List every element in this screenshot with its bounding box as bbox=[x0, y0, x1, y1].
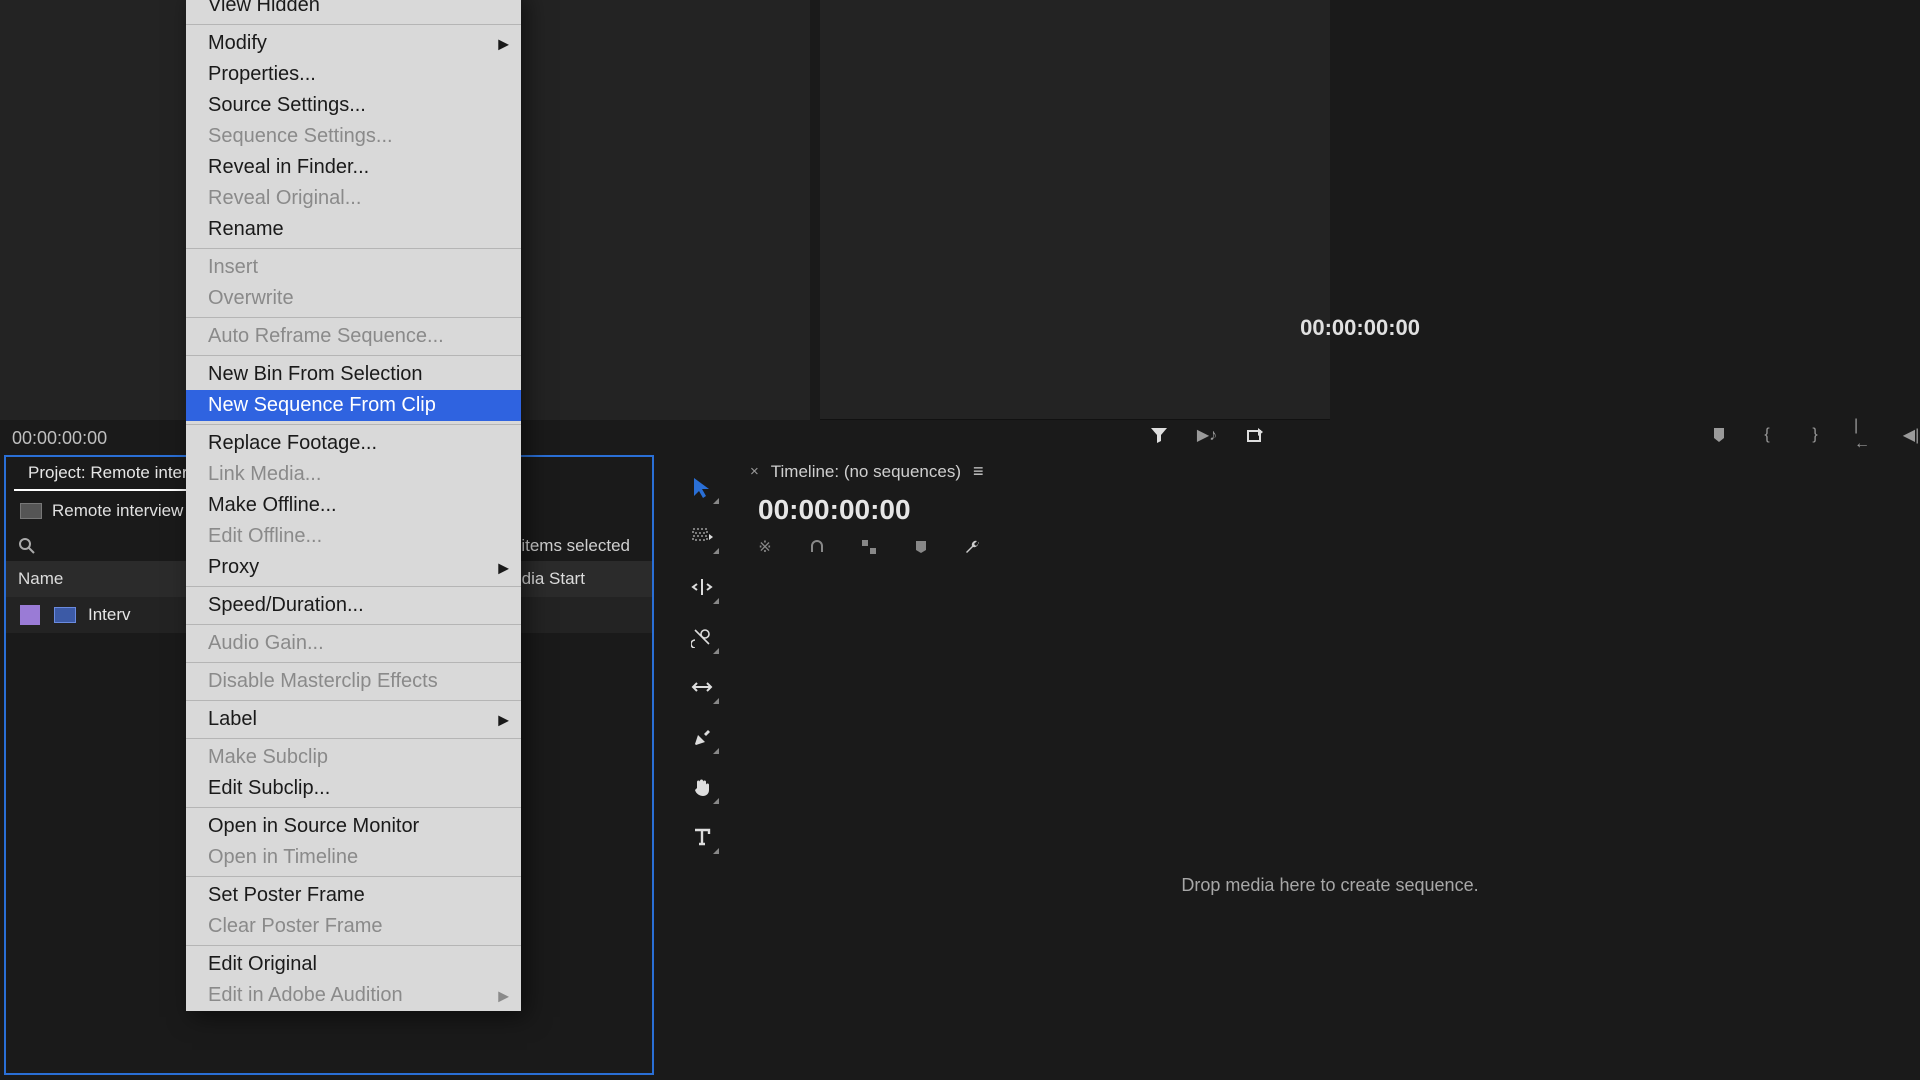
menu-item-view-hidden[interactable]: View Hidden bbox=[186, 0, 521, 21]
menu-item-make-offline[interactable]: Make Offline... bbox=[186, 490, 521, 521]
menu-item-reveal-original: Reveal Original... bbox=[186, 183, 521, 214]
timeline-panel: × Timeline: (no sequences) ≡ 00:00:00:00… bbox=[740, 455, 1920, 1075]
slip-tool[interactable] bbox=[687, 672, 717, 702]
menu-item-rename[interactable]: Rename bbox=[186, 214, 521, 245]
menu-separator bbox=[186, 624, 521, 625]
playback-resolution-icon[interactable]: ▶♪ bbox=[1198, 426, 1216, 444]
menu-item-edit-offline: Edit Offline... bbox=[186, 521, 521, 552]
filter-icon[interactable] bbox=[1150, 426, 1168, 444]
menu-separator bbox=[186, 24, 521, 25]
settings-wrench-icon[interactable] bbox=[962, 536, 984, 558]
menu-item-modify[interactable]: Modify▶ bbox=[186, 28, 521, 59]
selection-status: items selected bbox=[521, 536, 642, 556]
add-marker-icon[interactable] bbox=[1710, 426, 1728, 444]
menu-separator bbox=[186, 662, 521, 663]
clip-icon bbox=[54, 607, 76, 623]
menu-item-set-poster-frame[interactable]: Set Poster Frame bbox=[186, 880, 521, 911]
clip-label-swatch bbox=[20, 605, 40, 625]
menu-item-edit-original[interactable]: Edit Original bbox=[186, 949, 521, 980]
menu-item-label[interactable]: Label▶ bbox=[186, 704, 521, 735]
menu-item-new-bin-from-selection[interactable]: New Bin From Selection bbox=[186, 359, 521, 390]
search-icon[interactable] bbox=[16, 535, 38, 557]
menu-separator bbox=[186, 945, 521, 946]
submenu-arrow-icon: ▶ bbox=[498, 711, 509, 728]
drop-hint: Drop media here to create sequence. bbox=[1181, 875, 1478, 896]
menu-separator bbox=[186, 738, 521, 739]
program-timecode: 00:00:00:00 bbox=[1300, 315, 1420, 341]
menu-item-properties[interactable]: Properties... bbox=[186, 59, 521, 90]
mark-in-icon[interactable]: { bbox=[1758, 426, 1776, 444]
menu-separator bbox=[186, 248, 521, 249]
menu-item-source-settings[interactable]: Source Settings... bbox=[186, 90, 521, 121]
linked-selection-icon[interactable] bbox=[858, 536, 880, 558]
go-to-in-icon[interactable]: |← bbox=[1854, 426, 1872, 444]
panel-menu-icon[interactable]: ≡ bbox=[973, 461, 981, 482]
menu-item-reveal-in-finder[interactable]: Reveal in Finder... bbox=[186, 152, 521, 183]
submenu-arrow-icon: ▶ bbox=[498, 987, 509, 1004]
menu-item-overwrite: Overwrite bbox=[186, 283, 521, 314]
menu-item-edit-subclip[interactable]: Edit Subclip... bbox=[186, 773, 521, 804]
bin-name: Remote interview bbox=[52, 501, 183, 521]
menu-item-edit-in-adobe-audition: Edit in Adobe Audition▶ bbox=[186, 980, 521, 1011]
snap-icon[interactable] bbox=[806, 536, 828, 558]
type-tool[interactable] bbox=[687, 822, 717, 852]
menu-item-open-in-source-monitor[interactable]: Open in Source Monitor bbox=[186, 811, 521, 842]
insert-sequence-icon[interactable]: ※ bbox=[754, 536, 776, 558]
program-monitor bbox=[820, 0, 1330, 420]
menu-item-audio-gain: Audio Gain... bbox=[186, 628, 521, 659]
menu-separator bbox=[186, 317, 521, 318]
step-back-icon[interactable]: ◀| bbox=[1902, 426, 1920, 444]
menu-item-proxy[interactable]: Proxy▶ bbox=[186, 552, 521, 583]
menu-item-speed-duration[interactable]: Speed/Duration... bbox=[186, 590, 521, 621]
menu-item-link-media: Link Media... bbox=[186, 459, 521, 490]
menu-item-open-in-timeline: Open in Timeline bbox=[186, 842, 521, 873]
menu-separator bbox=[186, 586, 521, 587]
bin-icon bbox=[20, 503, 42, 519]
ripple-edit-tool[interactable] bbox=[687, 572, 717, 602]
menu-item-make-subclip: Make Subclip bbox=[186, 742, 521, 773]
razor-tool[interactable] bbox=[687, 622, 717, 652]
mark-out-icon[interactable]: } bbox=[1806, 426, 1824, 444]
menu-item-replace-footage[interactable]: Replace Footage... bbox=[186, 428, 521, 459]
clip-context-menu: View Hidden Modify▶Properties...Source Se… bbox=[186, 0, 521, 1011]
track-select-tool[interactable] bbox=[687, 522, 717, 552]
menu-item-sequence-settings: Sequence Settings... bbox=[186, 121, 521, 152]
export-frame-icon[interactable] bbox=[1246, 426, 1264, 444]
add-marker-icon[interactable] bbox=[910, 536, 932, 558]
menu-separator bbox=[186, 355, 521, 356]
menu-item-disable-masterclip-effects: Disable Masterclip Effects bbox=[186, 666, 521, 697]
hand-tool[interactable] bbox=[687, 772, 717, 802]
program-transport-bar: ▶♪ { } |← ◀| bbox=[1150, 420, 1920, 450]
menu-item-new-sequence-from-clip[interactable]: New Sequence From Clip bbox=[186, 390, 521, 421]
pen-tool[interactable] bbox=[687, 722, 717, 752]
menu-item-insert: Insert bbox=[186, 252, 521, 283]
timeline-title: Timeline: (no sequences) bbox=[771, 462, 961, 482]
menu-separator bbox=[186, 876, 521, 877]
tool-column bbox=[674, 472, 730, 852]
close-icon[interactable]: × bbox=[750, 463, 759, 480]
submenu-arrow-icon: ▶ bbox=[498, 559, 509, 576]
menu-separator bbox=[186, 807, 521, 808]
selection-tool[interactable] bbox=[687, 472, 717, 502]
source-timecode: 00:00:00:00 bbox=[12, 428, 107, 449]
menu-item-auto-reframe-sequence: Auto Reframe Sequence... bbox=[186, 321, 521, 352]
timeline-timecode: 00:00:00:00 bbox=[740, 488, 1920, 532]
submenu-arrow-icon: ▶ bbox=[498, 35, 509, 52]
menu-separator bbox=[186, 700, 521, 701]
menu-item-clear-poster-frame: Clear Poster Frame bbox=[186, 911, 521, 942]
menu-separator bbox=[186, 424, 521, 425]
